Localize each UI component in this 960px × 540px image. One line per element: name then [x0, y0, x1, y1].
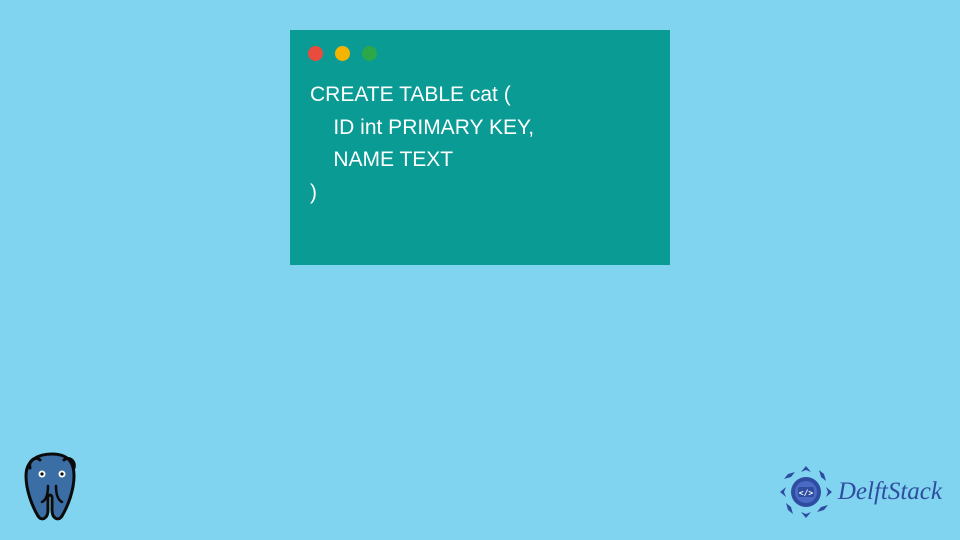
code-line: CREATE TABLE cat (	[310, 83, 511, 106]
window-traffic-lights	[290, 30, 670, 71]
postgresql-logo-icon	[18, 450, 86, 522]
code-line: )	[310, 181, 317, 204]
code-window: CREATE TABLE cat ( ID int PRIMARY KEY, N…	[290, 30, 670, 265]
code-line: NAME TEXT	[310, 148, 453, 171]
traffic-light-minimize-icon	[335, 46, 350, 61]
delftstack-brand-text: DelftStack	[838, 478, 942, 506]
delftstack-badge-icon: </>	[778, 464, 834, 520]
svg-text:</>: </>	[799, 489, 814, 498]
traffic-light-maximize-icon	[362, 46, 377, 61]
traffic-light-close-icon	[308, 46, 323, 61]
code-block: CREATE TABLE cat ( ID int PRIMARY KEY, N…	[290, 71, 670, 229]
code-line: ID int PRIMARY KEY,	[310, 116, 534, 139]
delftstack-logo: </> DelftStack	[778, 464, 942, 520]
